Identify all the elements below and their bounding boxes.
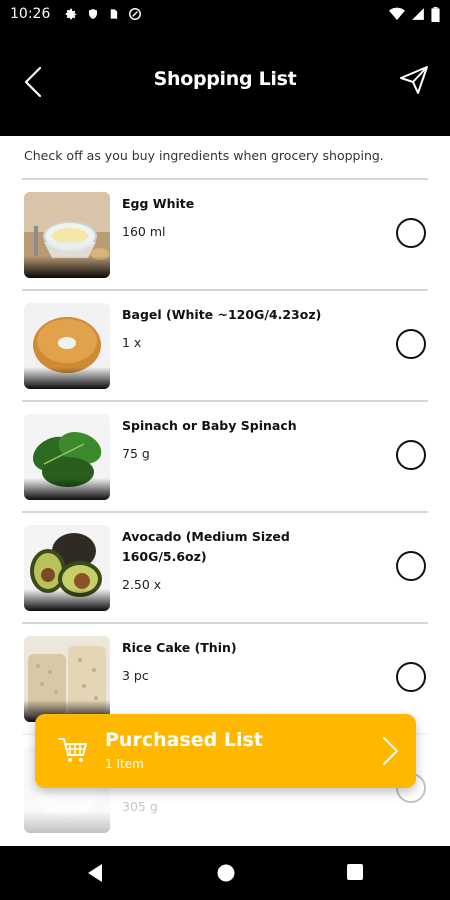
egg-white-photo <box>24 192 110 278</box>
item-checkbox[interactable] <box>396 662 426 692</box>
system-nav-bar <box>0 846 450 900</box>
item-quantity: 75 g <box>122 446 150 461</box>
status-time: 10:26 <box>10 6 51 22</box>
shield-status-icon <box>89 9 98 19</box>
item-quantity: 1 x <box>122 335 142 350</box>
item-quantity: 160 ml <box>122 224 166 239</box>
list-item[interactable]: Bagel (White ~120G/4.23oz) 1 x <box>22 289 428 400</box>
shopping-cart-icon <box>58 738 87 762</box>
item-checkbox[interactable] <box>396 218 426 248</box>
page-title: Shopping List <box>153 68 297 90</box>
item-name: Rice Cake (Thin) <box>122 640 237 655</box>
item-quantity: 3 pc <box>122 668 149 683</box>
app-bar: Shopping List <box>0 28 450 136</box>
intro-text: Check off as you buy ingredients when gr… <box>24 148 384 163</box>
bagel-photo <box>24 303 110 389</box>
share-send-icon[interactable] <box>398 64 430 96</box>
purchased-count: 1 Item <box>105 757 144 771</box>
item-name: Spinach or Baby Spinach <box>122 418 297 433</box>
purchased-list-label: Purchased List <box>105 729 263 751</box>
item-name: Egg White <box>122 196 195 211</box>
status-bar: 10:26 <box>0 0 450 28</box>
purchased-list-button[interactable]: Purchased List 1 Item <box>35 714 416 788</box>
item-name: Avocado (Medium Sized 160G/5.6oz) <box>122 529 290 564</box>
spinach-photo <box>24 414 110 500</box>
item-checkbox[interactable] <box>396 440 426 470</box>
rice-cake-photo <box>24 636 110 722</box>
nav-home-icon[interactable] <box>216 863 236 883</box>
list-item[interactable]: Avocado (Medium Sized 160G/5.6oz) 2.50 x <box>22 511 428 622</box>
item-name: Bagel (White ~120G/4.23oz) <box>122 307 322 322</box>
chevron-right-icon <box>383 737 398 765</box>
signal-icon <box>412 8 424 20</box>
nav-back-icon[interactable] <box>86 863 104 883</box>
data-saver-status-icon <box>129 8 142 20</box>
item-quantity: 2.50 x <box>122 577 162 592</box>
list-item[interactable]: Egg White 160 ml <box>22 178 428 289</box>
settings-status-icon <box>66 8 77 20</box>
avocado-photo <box>24 525 110 611</box>
list-item[interactable]: Spinach or Baby Spinach 75 g <box>22 400 428 511</box>
item-quantity: 305 g <box>122 799 158 814</box>
item-checkbox[interactable] <box>396 329 426 359</box>
wifi-icon <box>389 7 405 20</box>
battery-icon <box>431 6 440 22</box>
nav-recents-icon[interactable] <box>346 863 364 881</box>
item-checkbox[interactable] <box>396 551 426 581</box>
sim-card-status-icon <box>111 9 118 19</box>
